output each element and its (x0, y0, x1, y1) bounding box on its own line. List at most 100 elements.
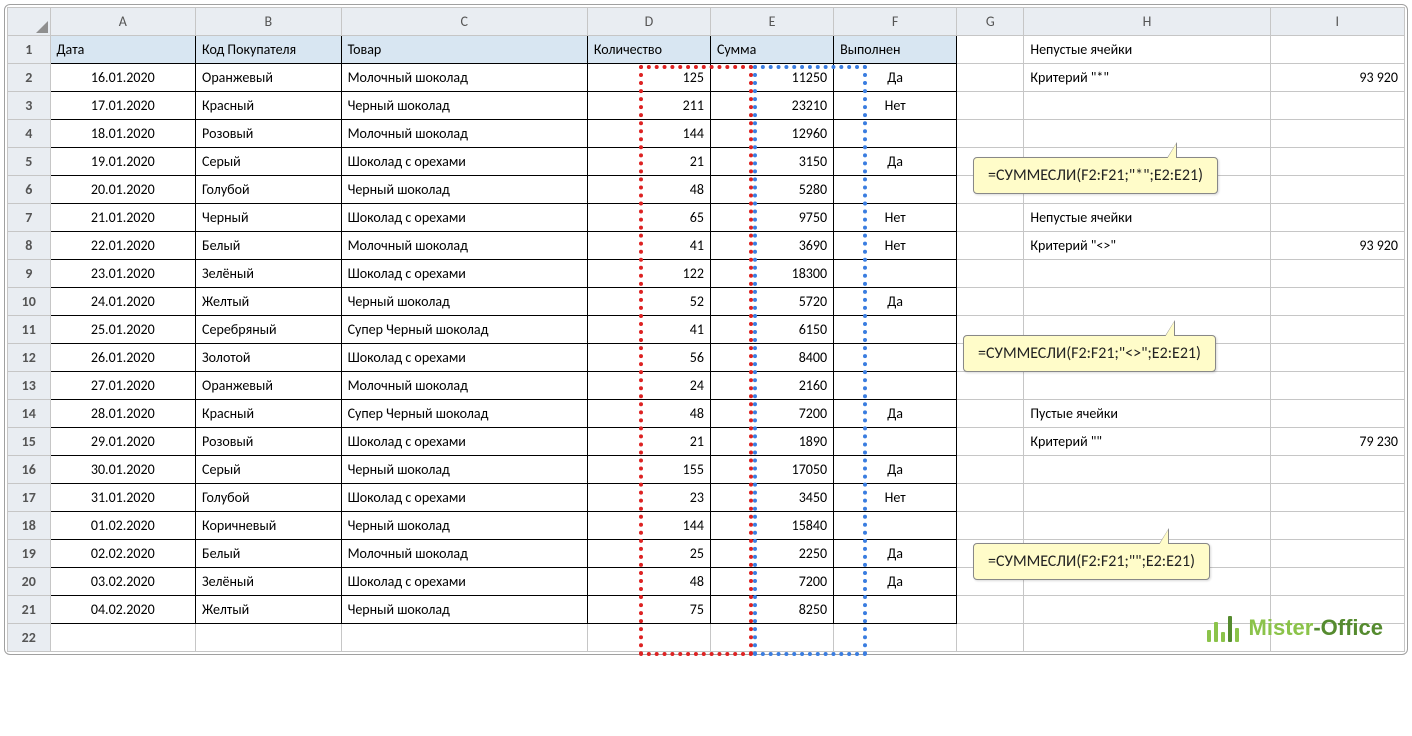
cell-E19[interactable]: 2250 (710, 540, 833, 568)
cell-F20[interactable]: Да (834, 568, 957, 596)
cell-C8[interactable]: Молочный шоколад (341, 232, 587, 260)
cell-B11[interactable]: Серебряный (196, 316, 342, 344)
cell-C21[interactable]: Черный шоколад (341, 596, 587, 624)
cell-C17[interactable]: Шоколад с орехами (341, 484, 587, 512)
cell-F10[interactable]: Да (834, 288, 957, 316)
col-header-H[interactable]: H (1024, 8, 1270, 36)
cell-E9[interactable]: 18300 (710, 260, 833, 288)
cell-empty-22-1[interactable] (196, 624, 342, 652)
cell-B13[interactable]: Оранжевый (196, 372, 342, 400)
cell-F4[interactable] (834, 120, 957, 148)
cell-A11[interactable]: 25.01.2020 (50, 316, 196, 344)
cell-G8[interactable] (957, 232, 1024, 260)
cell-C12[interactable]: Шоколад с орехами (341, 344, 587, 372)
cell-F21[interactable] (834, 596, 957, 624)
cell-G2[interactable] (957, 64, 1024, 92)
cell-I9[interactable] (1270, 260, 1404, 288)
cell-H1[interactable]: Непустые ячейки (1024, 36, 1270, 64)
cell-C6[interactable]: Черный шоколад (341, 176, 587, 204)
cell-E5[interactable]: 3150 (710, 148, 833, 176)
cell-empty-22-6[interactable] (957, 624, 1024, 652)
col-header-C[interactable]: C (341, 8, 587, 36)
cell-F12[interactable] (834, 344, 957, 372)
cell-F6[interactable] (834, 176, 957, 204)
col-header-E[interactable]: E (710, 8, 833, 36)
cell-E6[interactable]: 5280 (710, 176, 833, 204)
cell-B10[interactable]: Желтый (196, 288, 342, 316)
cell-D13[interactable]: 24 (587, 372, 710, 400)
cell-F9[interactable] (834, 260, 957, 288)
cell-B15[interactable]: Розовый (196, 428, 342, 456)
cell-F8[interactable]: Нет (834, 232, 957, 260)
cell-F5[interactable]: Да (834, 148, 957, 176)
cell-B17[interactable]: Голубой (196, 484, 342, 512)
cell-C10[interactable]: Черный шоколад (341, 288, 587, 316)
cell-I11[interactable] (1270, 316, 1404, 344)
cell-F15[interactable] (834, 428, 957, 456)
cell-A17[interactable]: 31.01.2020 (50, 484, 196, 512)
cell-I20[interactable] (1270, 568, 1404, 596)
row-header-13[interactable]: 13 (8, 372, 51, 400)
cell-D10[interactable]: 52 (587, 288, 710, 316)
row-header-19[interactable]: 19 (8, 540, 51, 568)
cell-A7[interactable]: 21.01.2020 (50, 204, 196, 232)
cell-C14[interactable]: Супер Черный шоколад (341, 400, 587, 428)
cell-I2[interactable]: 93 920 (1270, 64, 1404, 92)
cell-H14[interactable]: Пустые ячейки (1024, 400, 1270, 428)
cell-D15[interactable]: 21 (587, 428, 710, 456)
cell-D3[interactable]: 211 (587, 92, 710, 120)
cell-A21[interactable]: 04.02.2020 (50, 596, 196, 624)
cell-G7[interactable] (957, 204, 1024, 232)
cell-D2[interactable]: 125 (587, 64, 710, 92)
cell-F14[interactable]: Да (834, 400, 957, 428)
cell-D1[interactable]: Количество (587, 36, 710, 64)
cell-G15[interactable] (957, 428, 1024, 456)
cell-empty-22-2[interactable] (341, 624, 587, 652)
cell-D11[interactable]: 41 (587, 316, 710, 344)
cell-D12[interactable]: 56 (587, 344, 710, 372)
cell-I7[interactable] (1270, 204, 1404, 232)
row-header-20[interactable]: 20 (8, 568, 51, 596)
cell-C20[interactable]: Шоколад с орехами (341, 568, 587, 596)
cell-A10[interactable]: 24.01.2020 (50, 288, 196, 316)
cell-D9[interactable]: 122 (587, 260, 710, 288)
cell-A1[interactable]: Дата (50, 36, 196, 64)
cell-D7[interactable]: 65 (587, 204, 710, 232)
cell-E11[interactable]: 6150 (710, 316, 833, 344)
cell-D14[interactable]: 48 (587, 400, 710, 428)
row-header-6[interactable]: 6 (8, 176, 51, 204)
cell-C16[interactable]: Черный шоколад (341, 456, 587, 484)
cell-A9[interactable]: 23.01.2020 (50, 260, 196, 288)
cell-C5[interactable]: Шоколад с орехами (341, 148, 587, 176)
cell-C9[interactable]: Шоколад с орехами (341, 260, 587, 288)
cell-C4[interactable]: Молочный шоколад (341, 120, 587, 148)
cell-B6[interactable]: Голубой (196, 176, 342, 204)
select-all-corner[interactable] (8, 8, 51, 36)
cell-H9[interactable] (1024, 260, 1270, 288)
cell-C1[interactable]: Товар (341, 36, 587, 64)
cell-H17[interactable] (1024, 484, 1270, 512)
cell-G16[interactable] (957, 456, 1024, 484)
cell-F11[interactable] (834, 316, 957, 344)
cell-C11[interactable]: Супер Черный шоколад (341, 316, 587, 344)
cell-C7[interactable]: Шоколад с орехами (341, 204, 587, 232)
cell-H3[interactable] (1024, 92, 1270, 120)
cell-H10[interactable] (1024, 288, 1270, 316)
cell-B21[interactable]: Желтый (196, 596, 342, 624)
cell-I8[interactable]: 93 920 (1270, 232, 1404, 260)
cell-B20[interactable]: Зелёный (196, 568, 342, 596)
row-header-9[interactable]: 9 (8, 260, 51, 288)
cell-I12[interactable] (1270, 344, 1404, 372)
cell-I4[interactable] (1270, 120, 1404, 148)
cell-G9[interactable] (957, 260, 1024, 288)
cell-I10[interactable] (1270, 288, 1404, 316)
cell-A19[interactable]: 02.02.2020 (50, 540, 196, 568)
row-header-2[interactable]: 2 (8, 64, 51, 92)
cell-D18[interactable]: 144 (587, 512, 710, 540)
cell-H7[interactable]: Непустые ячейки (1024, 204, 1270, 232)
cell-empty-22-5[interactable] (834, 624, 957, 652)
cell-I13[interactable] (1270, 372, 1404, 400)
row-header-7[interactable]: 7 (8, 204, 51, 232)
cell-B5[interactable]: Серый (196, 148, 342, 176)
cell-B2[interactable]: Оранжевый (196, 64, 342, 92)
